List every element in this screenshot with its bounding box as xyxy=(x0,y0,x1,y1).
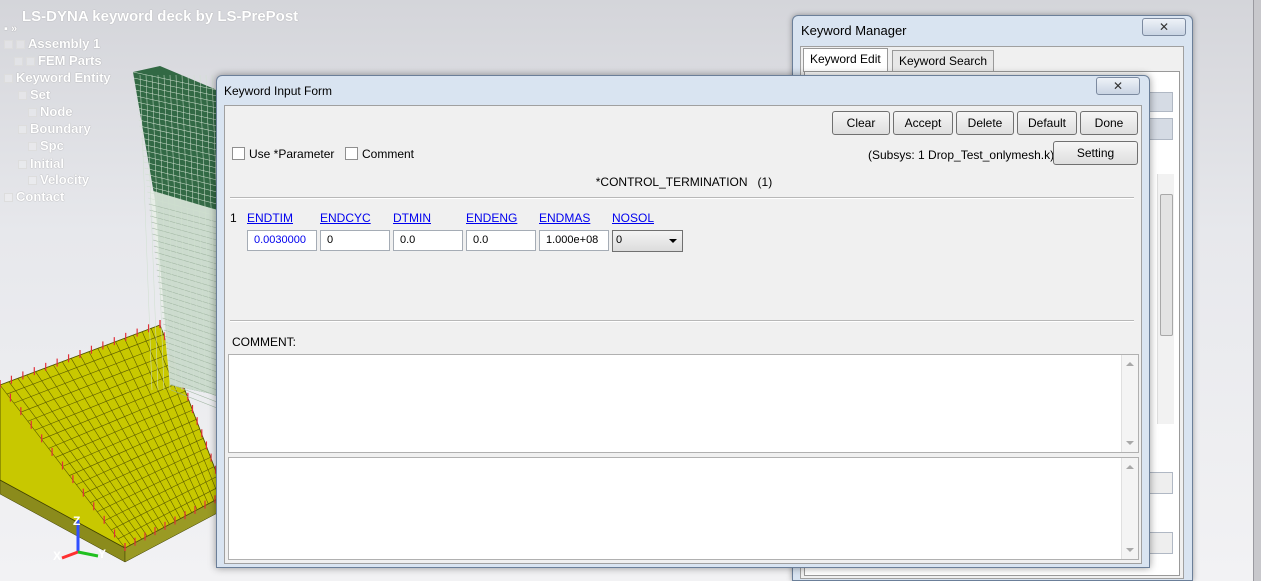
setting-button[interactable]: Setting xyxy=(1053,141,1138,165)
keyword-input-form-close-button[interactable]: ✕ xyxy=(1096,77,1140,95)
viewport-frame xyxy=(1253,0,1261,581)
keyword-input-form-client: Clear Accept Delete Default Done Use *Pa… xyxy=(224,105,1142,564)
field-select-nosol[interactable]: 0 xyxy=(612,230,683,252)
tree-item-contact[interactable]: Contact xyxy=(4,189,64,204)
scroll-up-icon[interactable] xyxy=(1126,362,1134,366)
tree-expand-icon[interactable] xyxy=(4,40,13,49)
tree-item-boundary[interactable]: Boundary xyxy=(18,121,91,136)
field-label-nosol[interactable]: NOSOL xyxy=(612,211,654,225)
field-label-endmas[interactable]: ENDMAS xyxy=(539,211,590,225)
chevron-down-icon[interactable] xyxy=(669,239,677,243)
tree-item-initial[interactable]: Initial xyxy=(18,156,64,171)
field-input-endmas[interactable]: 1.000e+08 xyxy=(539,230,609,251)
tree-item-assembly-1[interactable]: Assembly 1 xyxy=(4,36,100,51)
tree-item-label: Initial xyxy=(30,156,64,171)
tree-expand-icon[interactable] xyxy=(4,193,13,202)
tree-item-keyword-entity[interactable]: Keyword Entity xyxy=(4,70,111,85)
separator-bottom xyxy=(230,320,1134,322)
tree-item-label: Contact xyxy=(16,189,65,204)
separator-top xyxy=(230,197,1134,199)
tree-item-velocity[interactable]: Velocity xyxy=(28,172,89,187)
checkbox-icon[interactable] xyxy=(16,40,25,49)
field-label-endcyc[interactable]: ENDCYC xyxy=(320,211,371,225)
accept-button[interactable]: Accept xyxy=(893,111,953,135)
keyword-title: *CONTROL_TERMINATION (1) xyxy=(595,175,773,189)
nosol-select-value: 0 xyxy=(616,234,623,246)
use-parameter-label: Use *Parameter xyxy=(249,147,335,161)
axis-z-label: Z xyxy=(73,514,80,528)
scroll-down-icon[interactable] xyxy=(1126,548,1134,552)
field-input-endcyc[interactable]: 0 xyxy=(320,230,390,251)
comment-checkbox-label: Comment xyxy=(362,147,415,161)
default-button[interactable]: Default xyxy=(1017,111,1077,135)
tab-keyword-edit[interactable]: Keyword Edit xyxy=(803,48,888,72)
tree-expand-icon[interactable] xyxy=(4,74,13,83)
delete-button[interactable]: Delete xyxy=(956,111,1014,135)
viewport-title: LS-DYNA keyword deck by LS-PrePost xyxy=(22,8,299,25)
keyword-text-scrollbar[interactable] xyxy=(1121,458,1138,559)
comment-checkbox[interactable]: Comment xyxy=(345,147,414,161)
comment-checkbox-box[interactable] xyxy=(345,147,358,160)
field-label-endtim[interactable]: ENDTIM xyxy=(247,211,293,225)
tree-item-label: Velocity xyxy=(40,172,90,187)
axis-x-label: X xyxy=(53,549,61,562)
tree-expand-icon[interactable]: ▪ » xyxy=(4,23,17,35)
use-parameter-checkbox-box[interactable] xyxy=(232,147,245,160)
tree-expand-icon[interactable] xyxy=(28,108,37,117)
tree-item-fem-parts[interactable]: FEM Parts xyxy=(14,53,102,68)
tree-expand-icon[interactable] xyxy=(18,160,27,169)
field-label-endeng[interactable]: ENDENG xyxy=(466,211,517,225)
tree-expand-icon[interactable] xyxy=(18,125,27,134)
tab-keyword-search[interactable]: Keyword Search xyxy=(892,50,995,72)
field-input-endtim[interactable]: 0.0030000 xyxy=(247,230,317,251)
tree-expand-icon[interactable] xyxy=(18,91,27,100)
subsys-label: (Subsys: 1 Drop_Test_onlymesh.k) xyxy=(868,148,1055,162)
tree-item-label: Assembly 1 xyxy=(28,36,101,51)
tree-item-node[interactable]: Node xyxy=(28,104,73,119)
done-button[interactable]: Done xyxy=(1080,111,1138,135)
comment-textarea-scrollbar[interactable] xyxy=(1121,355,1138,452)
keyword-manager-title[interactable]: Keyword Manager xyxy=(793,16,1192,46)
scroll-up-icon[interactable] xyxy=(1126,465,1134,469)
tree-item-label: Node xyxy=(40,104,73,119)
field-label-dtmin[interactable]: DTMIN xyxy=(393,211,431,225)
tree-item-label: Keyword Entity xyxy=(16,70,111,85)
axis-triad: Z X Y xyxy=(53,514,106,562)
tree-item-label: FEM Parts xyxy=(38,53,102,68)
field-input-endeng[interactable]: 0.0 xyxy=(466,230,536,251)
checkbox-icon[interactable] xyxy=(26,57,35,66)
tree-expand-icon[interactable] xyxy=(28,176,37,185)
keyword-input-form-title[interactable]: Keyword Input Form xyxy=(217,76,1149,106)
tree-expand-icon[interactable] xyxy=(14,57,23,66)
keyword-text-area[interactable] xyxy=(228,457,1139,560)
keyword-manager-close-button[interactable]: ✕ xyxy=(1142,18,1186,36)
keyword-list-scrollbar[interactable] xyxy=(1157,174,1174,424)
comment-section-label: COMMENT: xyxy=(232,335,296,349)
tree-item-label: Set xyxy=(30,87,51,102)
tree-item-spc[interactable]: Spc xyxy=(28,138,64,153)
keyword-input-form-window: Keyword Input Form ✕ Clear Accept Delete… xyxy=(216,75,1150,568)
comment-textarea[interactable] xyxy=(228,354,1139,453)
tree-item-set[interactable]: Set xyxy=(18,87,50,102)
clear-button[interactable]: Clear xyxy=(832,111,890,135)
tree-item-label: Boundary xyxy=(30,121,91,136)
card-number: 1 xyxy=(230,211,237,225)
use-parameter-checkbox[interactable]: Use *Parameter xyxy=(232,147,334,161)
tree-item-label: Spc xyxy=(40,138,64,153)
scroll-down-icon[interactable] xyxy=(1126,441,1134,445)
axis-y-label: Y xyxy=(98,547,106,561)
tree-expand-icon[interactable] xyxy=(28,142,37,151)
field-input-dtmin[interactable]: 0.0 xyxy=(393,230,463,251)
